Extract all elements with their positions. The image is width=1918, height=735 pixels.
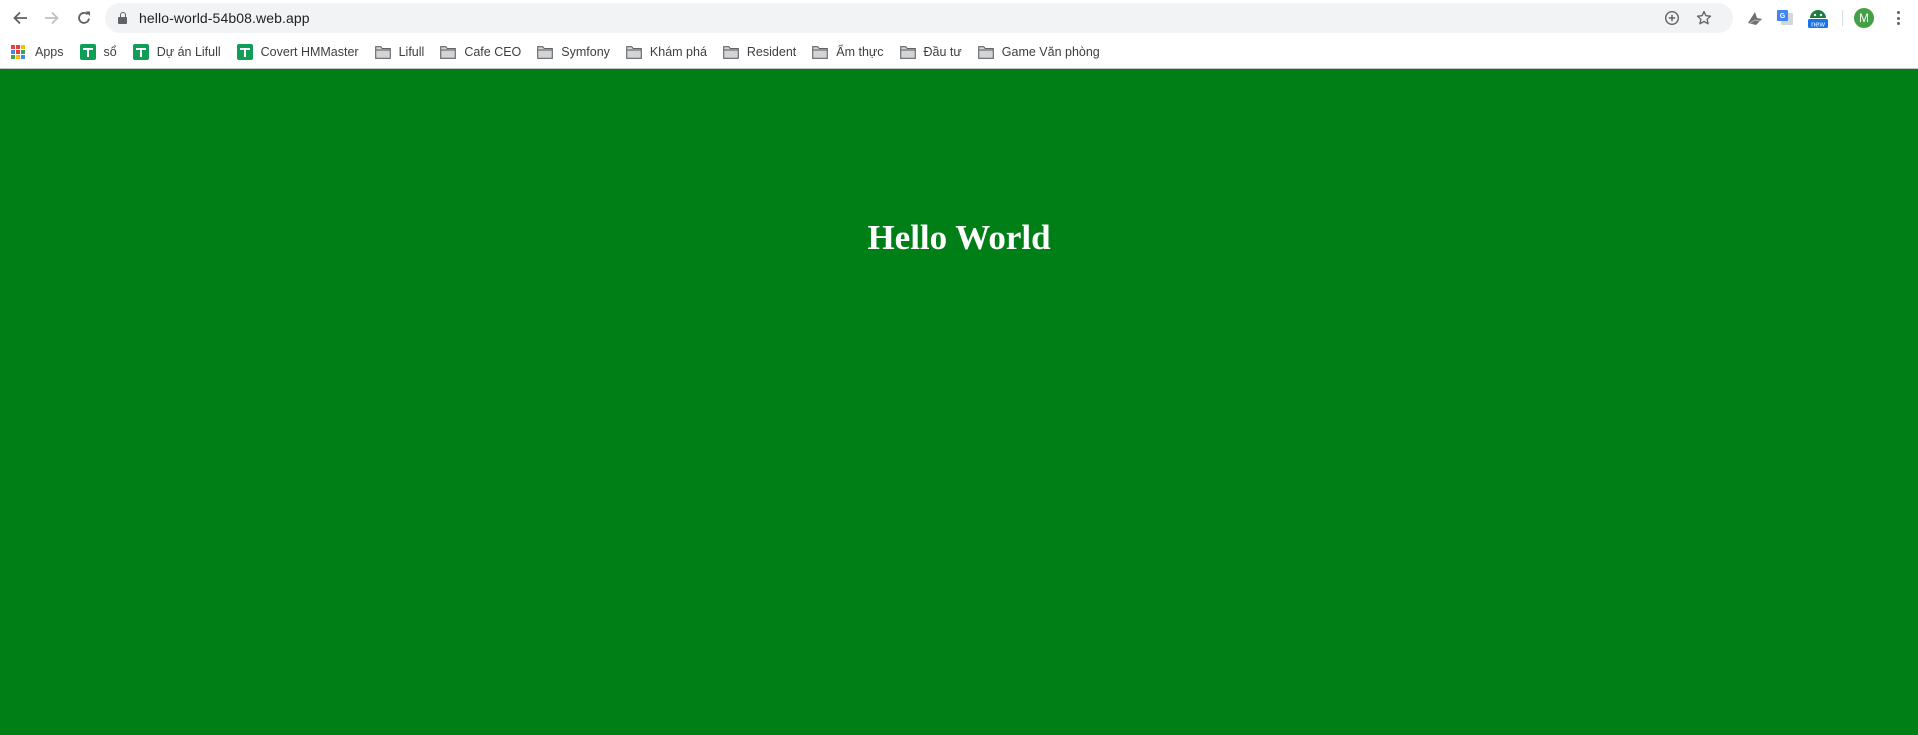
bookmark-label: sổ <box>103 45 117 59</box>
bookmark-star-button[interactable] <box>1694 8 1714 28</box>
lock-icon[interactable] <box>118 12 127 24</box>
url-text[interactable]: hello-world-54b08.web.app <box>139 10 310 26</box>
page-heading: Hello World <box>867 218 1051 257</box>
bookmark-label: Apps <box>35 45 64 59</box>
folder-icon <box>440 46 457 59</box>
bookmark-label: Dự án Lifull <box>156 45 221 59</box>
bookmark-folder-dau-tu[interactable]: Đầu tư <box>899 39 970 65</box>
bookmark-label: Resident <box>746 45 797 59</box>
google-sheets-icon <box>132 44 149 60</box>
forward-button[interactable] <box>38 4 66 32</box>
apps-grid-icon <box>11 44 27 61</box>
bookmarks-bar: Apps sổ Dự án Lifull Covert HMMaster Lif… <box>0 36 1918 68</box>
bookmark-covert-hmmaster[interactable]: Covert HMMaster <box>236 39 367 65</box>
folder-icon <box>899 46 916 59</box>
google-translate-button[interactable]: G <box>1774 6 1798 30</box>
bookmark-apps[interactable]: Apps <box>11 39 72 65</box>
folder-icon <box>723 46 739 59</box>
bookmark-folder-cafe-ceo[interactable]: Cafe CEO <box>440 39 529 65</box>
plus-circle-icon <box>1664 10 1680 26</box>
profile-avatar-button[interactable]: M <box>1854 8 1874 28</box>
toolbar-separator <box>1842 10 1843 26</box>
browser-menu-button[interactable] <box>1888 8 1908 28</box>
bookmark-du-an-lifull[interactable]: Dự án Lifull <box>132 39 229 65</box>
bookmark-label: Cafe CEO <box>464 45 522 59</box>
back-button[interactable] <box>6 4 34 32</box>
google-sheets-icon <box>79 44 96 60</box>
folder-icon <box>537 46 554 59</box>
shark-extension-button[interactable] <box>1743 6 1767 30</box>
bookmark-folder-resident[interactable]: Resident <box>723 39 804 65</box>
folder-icon <box>374 46 391 59</box>
new-badge-extension-icon: new <box>1808 10 1828 29</box>
reload-icon <box>78 11 90 24</box>
bookmark-label: Lifull <box>398 45 425 59</box>
bookmark-label: Khám phá <box>649 45 707 59</box>
bookmark-folder-am-thuc[interactable]: Ẩm thực <box>812 39 891 65</box>
bookmark-folder-lifull[interactable]: Lifull <box>374 39 433 65</box>
bookmark-label: Ẩm thực <box>836 45 884 59</box>
reload-button[interactable] <box>70 4 98 32</box>
folder-icon <box>812 46 829 59</box>
new-badge-extension-button[interactable]: new <box>1806 6 1830 30</box>
svg-text:new: new <box>1811 20 1825 29</box>
arrow-right-icon <box>45 11 59 25</box>
profile-initial: M <box>1859 11 1869 25</box>
bookmark-label: Đầu tư <box>923 45 962 59</box>
bookmark-label: Covert HMMaster <box>260 45 359 59</box>
svg-text:G: G <box>1780 13 1786 20</box>
folder-icon <box>977 46 994 59</box>
install-app-button[interactable] <box>1662 8 1682 28</box>
google-sheets-icon <box>236 44 253 60</box>
bookmark-label: Symfony <box>561 45 610 59</box>
folder-icon <box>626 46 642 59</box>
bookmark-folder-kham-pha[interactable]: Khám phá <box>626 39 715 65</box>
more-vertical-icon <box>1896 11 1900 14</box>
google-translate-icon: G <box>1777 10 1793 25</box>
bookmark-folder-game-van-phong[interactable]: Game Văn phòng <box>977 39 1108 65</box>
arrow-left-icon <box>13 11 27 25</box>
bookmark-folder-symfony[interactable]: Symfony <box>537 39 618 65</box>
browser-toolbar: hello-world-54b08.web.app G new M <box>0 0 1918 36</box>
page-content: Hello World <box>0 69 1918 735</box>
address-bar[interactable]: hello-world-54b08.web.app <box>105 3 1733 33</box>
shark-extension-icon <box>1748 12 1762 25</box>
browser-chrome: hello-world-54b08.web.app G new M Apps s… <box>0 0 1918 69</box>
bookmark-label: Game Văn phòng <box>1001 45 1100 59</box>
bookmark-so[interactable]: sổ <box>79 39 125 65</box>
star-icon <box>1696 10 1712 25</box>
